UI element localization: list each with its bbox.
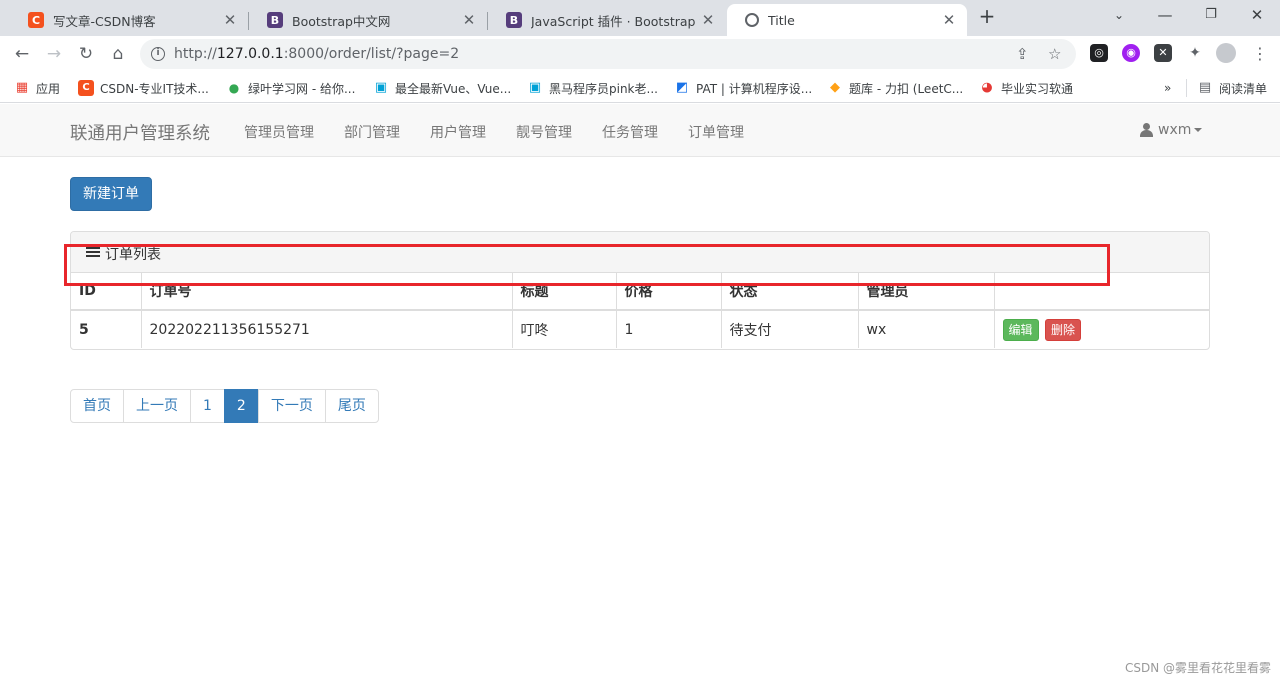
csdn-logo-icon: C xyxy=(78,80,94,96)
cell-admin: wx xyxy=(857,309,995,348)
close-icon[interactable]: ✕ xyxy=(700,11,716,29)
page-prev[interactable]: 上一页 xyxy=(123,389,191,423)
bookmark-heima[interactable]: ▣ 黑马程序员pink老... xyxy=(527,79,658,97)
csdn-logo-icon: C xyxy=(28,12,44,28)
window-close-button[interactable]: ✕ xyxy=(1239,4,1275,28)
tab-title: 写文章-CSDN博客 xyxy=(53,13,156,29)
cell-price: 1 xyxy=(615,309,722,348)
browser-toolbar: ← → ↻ ⌂ i http://127.0.0.1:8000/order/li… xyxy=(0,36,1280,72)
globe-icon xyxy=(745,13,759,27)
apps-grid-icon: ▦ xyxy=(15,80,29,95)
pagination: 首页 上一页 1 2 下一页 尾页 xyxy=(70,389,379,423)
page-next[interactable]: 下一页 xyxy=(257,389,326,423)
cell-oid: 202202211356155271 xyxy=(140,309,513,348)
leaf-icon: ● xyxy=(228,81,240,95)
pat-logo-icon: ◩ xyxy=(675,80,689,95)
new-tab-button[interactable]: + xyxy=(976,5,998,29)
highlight-annotation-box xyxy=(64,244,1110,286)
nav-user[interactable]: 用户管理 xyxy=(430,122,486,142)
bookmark-lvye[interactable]: ● 绿叶学习网 - 给你... xyxy=(226,79,356,97)
bookmark-vue[interactable]: ▣ 最全最新Vue、Vue... xyxy=(373,79,511,97)
bookmark-pat[interactable]: ◩ PAT | 计算机程序设... xyxy=(674,79,812,97)
nav-department[interactable]: 部门管理 xyxy=(344,122,400,142)
close-icon[interactable]: ✕ xyxy=(222,11,238,29)
menu-kebab-icon[interactable]: ⋮ xyxy=(1248,42,1272,66)
tab-search-chevron-icon[interactable]: ⌄ xyxy=(1101,4,1137,28)
reload-icon[interactable]: ↻ xyxy=(74,42,98,66)
edit-button[interactable]: 编辑 xyxy=(1002,318,1039,341)
close-icon[interactable]: ✕ xyxy=(941,11,957,29)
delete-button[interactable]: 删除 xyxy=(1044,318,1081,341)
browser-tab-bar: C 写文章-CSDN博客 ✕ B Bootstrap中文网 ✕ B JavaSc… xyxy=(0,0,1280,36)
bookmarks-bar: ▦ 应用 C CSDN-专业IT技术... ● 绿叶学习网 - 给你... ▣ 最全最新… xyxy=(0,72,1280,103)
nav-admin[interactable]: 管理员管理 xyxy=(244,122,314,142)
bookmarks-overflow-button[interactable]: » xyxy=(1164,79,1171,97)
share-icon[interactable]: ⇪ xyxy=(1016,45,1029,63)
bilibili-icon: ▣ xyxy=(374,80,388,95)
restore-button[interactable]: ❐ xyxy=(1193,4,1229,28)
user-dropdown[interactable]: wxm xyxy=(1140,122,1203,138)
extension-icon[interactable]: ✕ xyxy=(1154,44,1172,62)
cell-id: 5 xyxy=(71,309,142,348)
extensions-puzzle-icon[interactable]: ✦ xyxy=(1186,44,1204,62)
reading-list-button[interactable]: ▤ 阅读清单 xyxy=(1186,79,1267,97)
tab-csdn-write[interactable]: C 写文章-CSDN博客 ✕ xyxy=(10,4,248,36)
cell-title: 叮咚 xyxy=(511,309,617,348)
tab-title-active[interactable]: Title ✕ xyxy=(727,4,967,36)
page-last[interactable]: 尾页 xyxy=(324,389,379,423)
cell-actions: 编辑 删除 xyxy=(993,309,1209,348)
bookmark-star-icon[interactable]: ☆ xyxy=(1048,45,1061,63)
user-icon xyxy=(1140,123,1153,137)
tab-title: Title xyxy=(768,12,795,28)
nav-prettynum[interactable]: 靓号管理 xyxy=(516,122,572,142)
username: wxm xyxy=(1158,122,1192,138)
minimize-button[interactable]: — xyxy=(1147,4,1183,28)
bookmark-leetcode[interactable]: ◆ 题库 - 力扣 (LeetC... xyxy=(827,79,963,97)
forward-icon[interactable]: → xyxy=(42,42,66,66)
home-icon[interactable]: ⌂ xyxy=(106,42,130,66)
tab-bootstrap-cn[interactable]: B Bootstrap中文网 ✕ xyxy=(249,4,487,36)
bookmark-apps[interactable]: ▦ 应用 xyxy=(14,79,60,97)
nav-order[interactable]: 订单管理 xyxy=(688,122,744,142)
bilibili-icon: ▣ xyxy=(528,80,542,95)
reading-list-icon: ▤ xyxy=(1198,80,1212,95)
tab-title: Bootstrap中文网 xyxy=(292,13,391,29)
page-2-current[interactable]: 2 xyxy=(223,389,259,423)
app-navbar: 联通用户管理系统 管理员管理 部门管理 用户管理 靓号管理 任务管理 订单管理 … xyxy=(0,104,1280,157)
site-logo-icon: ◕ xyxy=(981,80,993,95)
caret-down-icon xyxy=(1194,128,1203,132)
bootstrap-logo-icon: B xyxy=(506,12,522,28)
cell-status: 待支付 xyxy=(720,309,859,348)
new-order-button[interactable]: 新建订单 xyxy=(70,177,152,211)
site-info-icon[interactable]: i xyxy=(151,47,165,61)
extension-icon[interactable]: ◎ xyxy=(1090,44,1108,62)
csdn-watermark: CSDN @雾里看花花里看雾 xyxy=(1124,661,1271,675)
address-bar[interactable]: i http://127.0.0.1:8000/order/list/?page… xyxy=(140,39,1076,69)
bookmark-csdn[interactable]: C CSDN-专业IT技术... xyxy=(78,79,209,97)
back-icon[interactable]: ← xyxy=(10,42,34,66)
tab-title: JavaScript 插件 · Bootstrap v3 xyxy=(531,13,700,29)
page-1[interactable]: 1 xyxy=(190,389,225,423)
url-text[interactable]: http://127.0.0.1:8000/order/list/?page=2 xyxy=(174,46,459,62)
nav-task[interactable]: 任务管理 xyxy=(602,122,658,142)
profile-avatar-icon[interactable] xyxy=(1216,43,1236,63)
tab-bootstrap-js[interactable]: B JavaScript 插件 · Bootstrap v3 ✕ xyxy=(488,4,726,36)
bootstrap-logo-icon: B xyxy=(267,12,283,28)
page-first[interactable]: 首页 xyxy=(70,389,124,423)
leetcode-logo-icon: ◆ xyxy=(830,80,840,95)
extension-icon[interactable]: ◉ xyxy=(1122,44,1140,62)
brand-title[interactable]: 联通用户管理系统 xyxy=(70,120,210,145)
bookmark-internship[interactable]: ◕ 毕业实习软通 xyxy=(979,79,1073,97)
close-icon[interactable]: ✕ xyxy=(461,11,477,29)
table-row: 5 202202211356155271 叮咚 1 待支付 wx 编辑 删除 xyxy=(71,309,1209,348)
